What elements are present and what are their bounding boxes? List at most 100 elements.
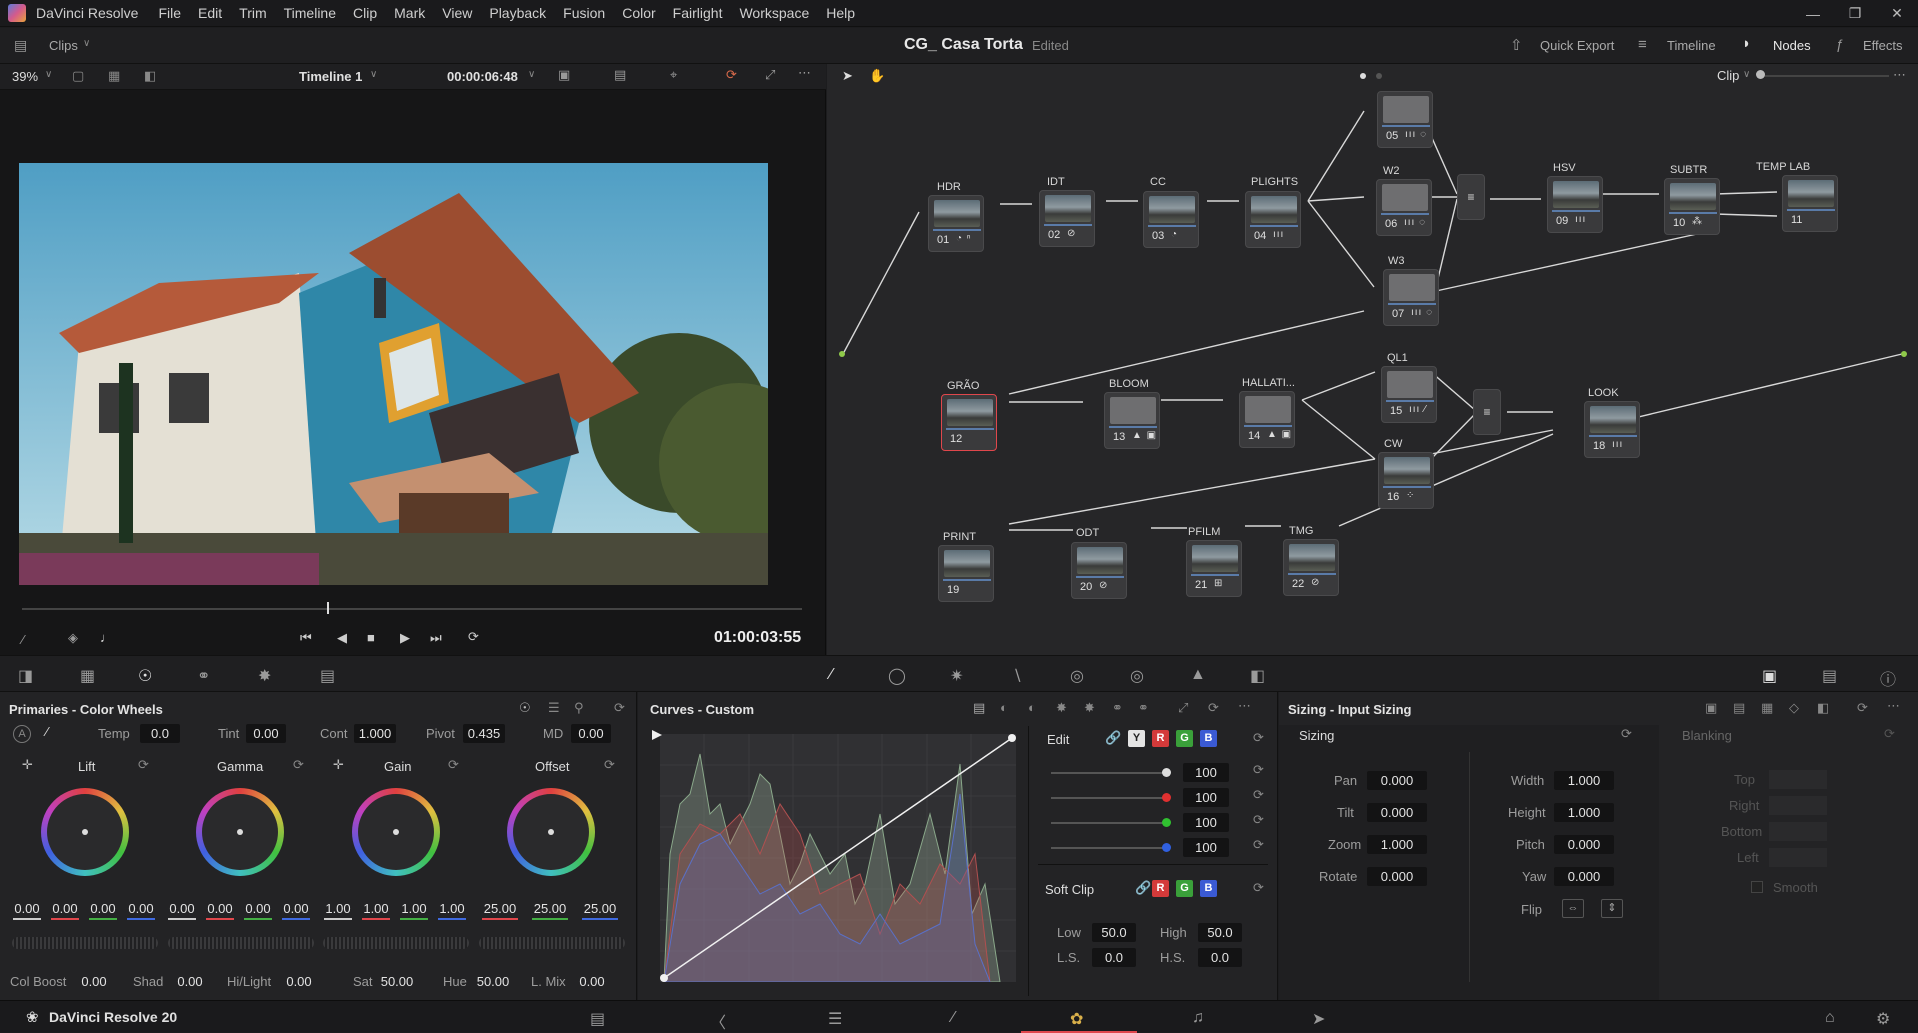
edit-sizing-icon[interactable]: ▦ bbox=[1761, 700, 1773, 716]
node-15[interactable]: 15 ııı ⁄ bbox=[1381, 366, 1437, 423]
hue-vs-lum-icon[interactable]: ✸ bbox=[1056, 700, 1067, 716]
node-05[interactable]: 05 ııı ◌ bbox=[1377, 91, 1433, 148]
motion-effects-icon[interactable]: ▤ bbox=[320, 666, 335, 686]
offset-b-value[interactable]: 25.00 bbox=[578, 899, 622, 918]
menu-mark[interactable]: Mark bbox=[394, 5, 425, 21]
hue-vs-sat-icon[interactable]: ◐ bbox=[1028, 700, 1036, 715]
node-18[interactable]: 18 ııı bbox=[1584, 401, 1640, 458]
maximize-icon[interactable]: ❐ bbox=[1834, 5, 1876, 22]
g-intensity-slider[interactable] bbox=[1051, 822, 1163, 824]
highlight-icon[interactable]: ⌖ bbox=[670, 67, 677, 83]
hue-vs-hue-icon[interactable]: ◐ bbox=[1000, 700, 1008, 715]
gain-b-value[interactable]: 1.00 bbox=[436, 899, 468, 918]
softclip-r-button[interactable]: R bbox=[1152, 880, 1169, 897]
gain-master-wheel[interactable] bbox=[323, 937, 469, 949]
curves-more-icon[interactable]: ⋯ bbox=[1238, 698, 1251, 714]
node-22[interactable]: 22 ⊘ bbox=[1283, 539, 1339, 596]
node-20[interactable]: 20 ⊘ bbox=[1071, 542, 1127, 599]
node-16[interactable]: 16 ⁘ bbox=[1378, 452, 1434, 509]
softclip-b-button[interactable]: B bbox=[1200, 880, 1217, 897]
height-field[interactable]: 1.000 bbox=[1554, 803, 1614, 822]
nodes-icon[interactable]: ◗ bbox=[1742, 35, 1751, 52]
single-view-icon[interactable]: ▢ bbox=[72, 68, 84, 84]
viewer-image[interactable] bbox=[19, 163, 768, 585]
timeline-chevron-icon[interactable]: ∨ bbox=[370, 69, 377, 80]
skip-end-icon[interactable]: ⏭ bbox=[430, 630, 442, 646]
gain-reset-icon[interactable]: ⟳ bbox=[448, 757, 459, 773]
close-icon[interactable]: ✕ bbox=[1876, 5, 1918, 22]
r-intensity-slider[interactable] bbox=[1051, 797, 1163, 799]
layers-icon[interactable]: ◈ bbox=[68, 630, 78, 646]
layer-mixer-node-1[interactable]: ≡ bbox=[1457, 174, 1485, 220]
channel-r-button[interactable]: R bbox=[1152, 730, 1169, 747]
softclip-reset-icon[interactable]: ⟳ bbox=[1253, 880, 1264, 896]
channel-y-button[interactable]: Y bbox=[1128, 730, 1145, 747]
layer-mixer-node-2[interactable]: ≡ bbox=[1473, 389, 1501, 435]
node-13[interactable]: 13 ▲ ▣ bbox=[1104, 392, 1160, 449]
lift-master-wheel[interactable] bbox=[12, 937, 158, 949]
output-sizing-icon[interactable]: ▤ bbox=[1733, 700, 1745, 716]
soft-clip-link-icon[interactable]: 🔗 bbox=[1135, 880, 1151, 896]
window-icon[interactable]: ∖ bbox=[1012, 666, 1022, 686]
color-wheels-icon[interactable]: ☉ bbox=[138, 666, 152, 686]
quick-export-button[interactable]: Quick Export bbox=[1540, 38, 1614, 53]
curves-expand-icon[interactable]: ⤢ bbox=[1178, 700, 1188, 716]
node-14[interactable]: 14 ▲ ▣ bbox=[1239, 391, 1295, 448]
sat-vs-lum-icon[interactable]: ⚭ bbox=[1138, 700, 1149, 716]
gamma-r-value[interactable]: 0.00 bbox=[204, 899, 236, 918]
node-06[interactable]: 06 ııı ◌ bbox=[1376, 179, 1432, 236]
fullscreen-icon[interactable]: ⤢ bbox=[765, 67, 775, 83]
offset-wheel[interactable] bbox=[507, 788, 595, 876]
curves-icon[interactable]: ∕ bbox=[830, 666, 833, 684]
low-field[interactable]: 50.0 bbox=[1092, 923, 1136, 942]
color-warper-icon[interactable]: ◯ bbox=[888, 666, 906, 686]
nodes-button[interactable]: Nodes bbox=[1773, 38, 1811, 53]
softclip-g-button[interactable]: G bbox=[1176, 880, 1193, 897]
gamma-y-value[interactable]: 0.00 bbox=[166, 899, 198, 918]
zoom-chevron-icon[interactable]: ∨ bbox=[45, 69, 52, 80]
shad-field[interactable]: 0.00 bbox=[171, 972, 209, 991]
node-sizing-icon[interactable]: ◇ bbox=[1789, 700, 1799, 716]
lift-y-value[interactable]: 0.00 bbox=[11, 899, 43, 918]
menu-edit[interactable]: Edit bbox=[198, 5, 222, 21]
blur-icon[interactable]: ▲ bbox=[1190, 666, 1206, 684]
y-intensity-slider[interactable] bbox=[1051, 772, 1163, 774]
node-02[interactable]: 02 ⊘ bbox=[1039, 190, 1095, 247]
edit-page-icon[interactable]: ☰ bbox=[828, 1009, 842, 1029]
col-boost-field[interactable]: 0.00 bbox=[75, 972, 113, 991]
menu-help[interactable]: Help bbox=[826, 5, 855, 21]
lift-wheel[interactable] bbox=[41, 788, 129, 876]
volume-icon[interactable]: ♩ bbox=[100, 630, 113, 645]
loop-icon[interactable]: ⟳ bbox=[468, 629, 479, 645]
lmix-field[interactable]: 0.00 bbox=[573, 972, 611, 991]
y-intensity-field[interactable]: 100 bbox=[1183, 763, 1229, 782]
viewer-mode-icon[interactable]: ▣ bbox=[558, 67, 570, 83]
menu-trim[interactable]: Trim bbox=[239, 5, 266, 21]
info-icon[interactable]: ⓘ bbox=[1880, 666, 1896, 690]
fusion-page-icon[interactable]: ∕ bbox=[952, 1009, 955, 1027]
lift-picker-icon[interactable]: ✛ bbox=[22, 757, 33, 773]
lum-vs-sat-icon[interactable]: ✸ bbox=[1084, 700, 1095, 716]
reset-primaries-icon[interactable]: ⟳ bbox=[614, 700, 625, 716]
offset-reset-icon[interactable]: ⟳ bbox=[604, 757, 615, 773]
color-page-icon[interactable]: ✿ bbox=[1070, 1009, 1083, 1029]
node-09[interactable]: 09 ııı bbox=[1547, 176, 1603, 233]
gain-y-value[interactable]: 1.00 bbox=[322, 899, 354, 918]
rgb-mixer-icon[interactable]: ✸ bbox=[258, 666, 271, 686]
pan-field[interactable]: 0.000 bbox=[1367, 771, 1427, 790]
node-01[interactable]: 01 ◔ ⁿ bbox=[928, 195, 984, 252]
b-intensity-field[interactable]: 100 bbox=[1183, 838, 1229, 857]
camera-raw-icon[interactable]: ◨ bbox=[18, 666, 33, 686]
menu-clip[interactable]: Clip bbox=[353, 5, 377, 21]
output-dot[interactable] bbox=[1901, 351, 1907, 357]
offset-master-wheel[interactable] bbox=[479, 937, 625, 949]
bypass-icon[interactable]: ⟳ bbox=[726, 67, 737, 83]
yaw-field[interactable]: 0.000 bbox=[1554, 867, 1614, 886]
lift-reset-icon[interactable]: ⟳ bbox=[138, 757, 149, 773]
export-icon[interactable]: ⇧ bbox=[1510, 36, 1523, 54]
clips-button[interactable]: Clips bbox=[49, 38, 78, 53]
more-options-icon[interactable]: ⋯ bbox=[798, 65, 811, 81]
gain-wheel[interactable] bbox=[352, 788, 440, 876]
settings-gear-icon[interactable]: ⚙ bbox=[1876, 1009, 1890, 1029]
qualifier-icon[interactable]: ✷ bbox=[950, 666, 963, 686]
